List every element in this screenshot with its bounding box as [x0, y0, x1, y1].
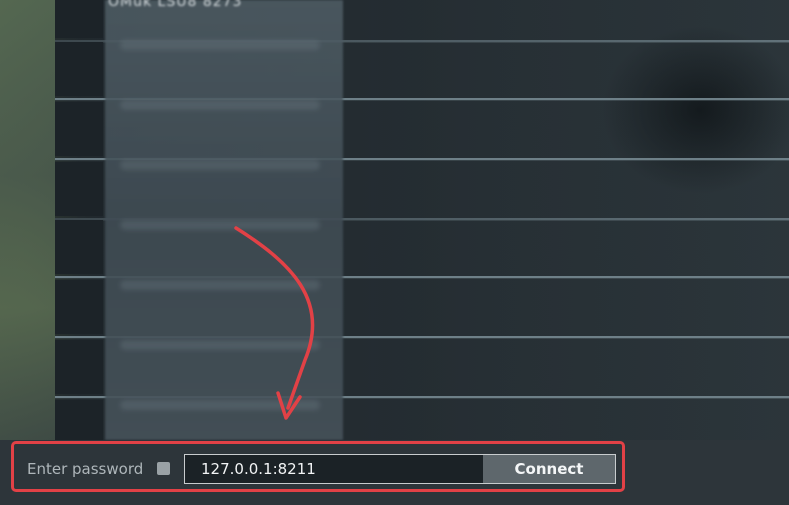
row-handle [55, 340, 103, 394]
row-handle [55, 42, 103, 96]
row-handle [55, 280, 103, 334]
row-handle [55, 102, 103, 156]
blurred-header: OMuk LSU8 8273 [108, 0, 243, 10]
blurred-server-names [105, 0, 343, 440]
left-scenery [0, 0, 55, 440]
highlight-frame [11, 441, 625, 492]
row-handle [55, 220, 103, 274]
row-handle [55, 162, 103, 216]
row-handle [55, 0, 103, 38]
